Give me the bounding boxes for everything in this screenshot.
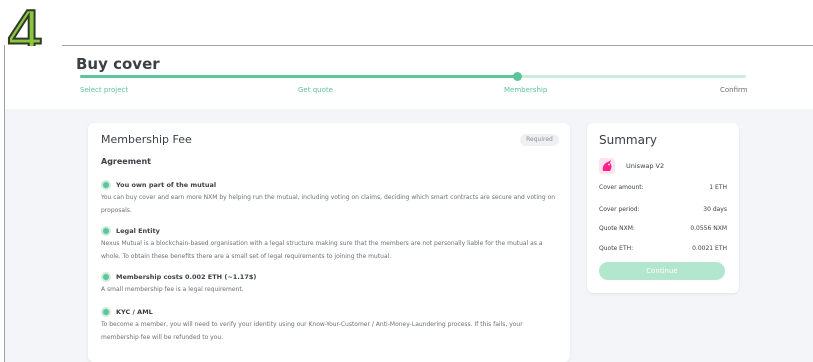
summary-row-label: Quote ETH: — [599, 245, 634, 252]
agreement-item-desc: A small membership fee is a legal requir… — [101, 286, 244, 293]
summary-row-label: Quote NXM: — [599, 225, 635, 232]
summary-title: Summary — [599, 133, 657, 147]
summary-row-value: 30 days — [703, 206, 727, 213]
required-badge: Required — [520, 134, 559, 146]
progress-current-step-marker — [513, 72, 522, 81]
membership-fee-title: Membership Fee — [101, 133, 192, 146]
step-membership[interactable]: Membership — [504, 86, 547, 94]
agreement-item-desc: You can buy cover and earn more NXM by h… — [101, 194, 556, 214]
check-dot-icon — [103, 274, 109, 280]
agreement-item-title: Legal Entity — [116, 227, 160, 235]
step-select-project[interactable]: Select project — [80, 86, 128, 94]
step-get-quote[interactable]: Get quote — [298, 86, 333, 94]
summary-row-label: Cover amount: — [599, 184, 644, 191]
product-name: Uniswap V2 — [626, 162, 665, 170]
continue-button[interactable]: Continue — [599, 262, 725, 280]
agreement-item-title: KYC / AML — [116, 308, 153, 316]
page-title: Buy cover — [76, 55, 160, 73]
check-dot-icon — [103, 228, 109, 234]
agreement-item-desc: To become a member, you will need to ver… — [101, 321, 523, 341]
unicorn-icon — [599, 158, 615, 174]
check-dot-icon — [103, 182, 109, 188]
summary-row-value: 0.0556 NXM — [690, 225, 727, 232]
summary-row-label: Cover period: — [599, 206, 640, 213]
progress-fill — [80, 75, 520, 78]
step-confirm: Confirm — [720, 86, 748, 94]
check-dot-icon — [103, 309, 109, 315]
agreement-item-title: You own part of the mutual — [116, 181, 217, 189]
summary-row-value: 0.0021 ETH — [692, 245, 727, 252]
agreement-item-title: Membership costs 0.002 ETH (~1.17$) — [116, 273, 257, 281]
summary-row-value: 1 ETH — [709, 184, 727, 191]
agreement-heading: Agreement — [101, 157, 151, 166]
screenshot-frame: 4 Buy cover Select project Get quote Mem… — [0, 0, 813, 362]
agreement-item-desc: Nexus Mutual is a blockchain-based organ… — [101, 240, 543, 260]
